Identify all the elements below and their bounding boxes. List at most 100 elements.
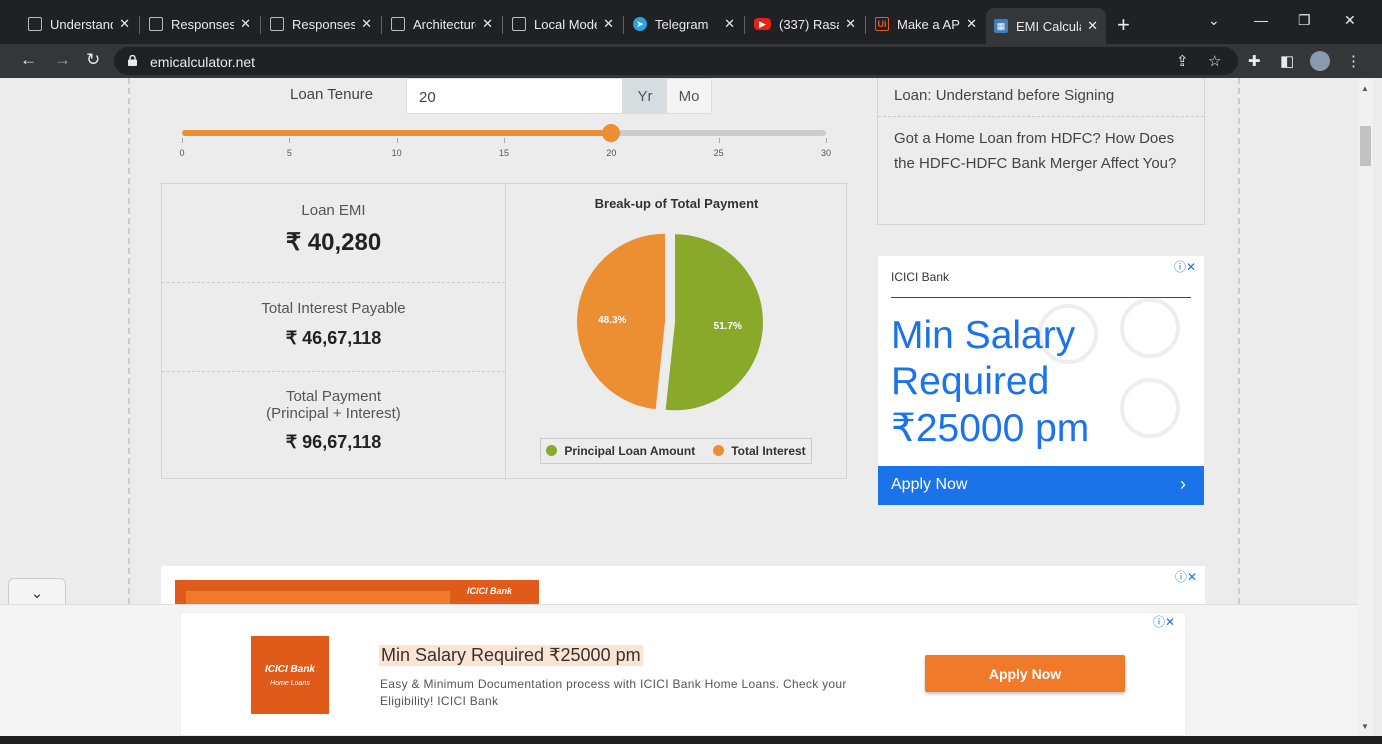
side-ad[interactable]: ICICI Bank Min Salary Required ₹25000 pm… bbox=[878, 256, 1204, 505]
new-tab-icon[interactable]: + bbox=[1117, 12, 1130, 38]
collapse-ad-button[interactable]: ⌄ bbox=[8, 578, 66, 606]
related-articles: Loan: Understand before Signing Got a Ho… bbox=[877, 78, 1205, 225]
total-value: ₹ 96,67,118 bbox=[285, 432, 382, 452]
close-icon[interactable]: ✕ bbox=[1087, 18, 1098, 34]
tab-responses-2[interactable]: Responses ✕ bbox=[262, 8, 380, 40]
icici-logo-icon: ICICI Bank Home Loans bbox=[251, 636, 329, 714]
tab-label: Responses bbox=[292, 16, 356, 32]
slider-tick-label: 0 bbox=[179, 148, 185, 158]
ad-headline-1: Min Salary bbox=[891, 314, 1076, 357]
ad-watermark bbox=[1120, 378, 1180, 438]
restore-icon[interactable]: ❐ bbox=[1298, 12, 1311, 29]
pie-data-label: 51.7% bbox=[714, 321, 742, 332]
tab-make-api[interactable]: Ui Make a API ✕ bbox=[867, 8, 985, 40]
sticky-bottom-ad: ICICI Bank Home Loans Min Salary Require… bbox=[0, 604, 1358, 744]
close-icon[interactable]: ✕ bbox=[361, 16, 372, 32]
legend-item-principal[interactable]: Principal Loan Amount bbox=[546, 444, 695, 458]
ad-info-icon[interactable]: ⓘ✕ bbox=[1153, 613, 1175, 630]
tab-label: (337) Rasa bbox=[779, 16, 840, 32]
bottom-ad-title[interactable]: Min Salary Required ₹25000 pm bbox=[379, 645, 643, 666]
unit-month-button[interactable]: Mo bbox=[666, 78, 712, 114]
tab-search-icon[interactable]: ⌄ bbox=[1208, 12, 1220, 29]
legend-item-interest[interactable]: Total Interest bbox=[713, 444, 806, 458]
lock-icon bbox=[128, 55, 137, 66]
tab-label: Telegram bbox=[655, 16, 709, 32]
close-icon[interactable]: ✕ bbox=[240, 16, 251, 32]
browser-toolbar: ← → ↻ emicalculator.net ⇪ ☆ ✚ ◧ ⋮ bbox=[0, 44, 1382, 78]
close-icon[interactable]: ✕ bbox=[724, 16, 735, 32]
menu-icon[interactable]: ⋮ bbox=[1346, 52, 1361, 70]
page-icon bbox=[149, 17, 163, 31]
emi-label: Loan EMI bbox=[301, 202, 366, 219]
tab-label: EMI Calculator bbox=[1016, 18, 1081, 34]
total-sublabel: (Principal + Interest) bbox=[266, 405, 401, 422]
browser-tab-bar: Understanding ✕ Responses ✕ Responses ✕ … bbox=[0, 0, 1382, 44]
scroll-down-icon[interactable]: ▼ bbox=[1361, 722, 1369, 731]
scroll-thumb[interactable] bbox=[1360, 126, 1371, 166]
ad-info-icon[interactable]: ⓘ✕ bbox=[1175, 568, 1197, 585]
article-link-2[interactable]: Got a Home Loan from HDFC? How Does the … bbox=[894, 126, 1194, 176]
close-icon[interactable]: ✕ bbox=[966, 16, 977, 32]
emi-block: Loan EMI ₹ 40,280 bbox=[162, 202, 505, 257]
slider-tick-label: 30 bbox=[820, 148, 832, 158]
page-icon bbox=[28, 17, 42, 31]
tab-label: Architecture bbox=[413, 16, 477, 32]
chevron-down-icon: ⌄ bbox=[30, 584, 44, 602]
tab-responses-1[interactable]: Responses ✕ bbox=[141, 8, 259, 40]
tab-youtube[interactable]: ▶ (337) Rasa ✕ bbox=[746, 8, 864, 40]
ad-info-icon[interactable]: ⓘ✕ bbox=[1174, 258, 1196, 275]
close-icon[interactable]: ✕ bbox=[482, 16, 493, 32]
slider-tick-mark bbox=[182, 138, 183, 143]
tab-local-models[interactable]: Local Models ✕ bbox=[504, 8, 622, 40]
close-icon[interactable]: ✕ bbox=[845, 16, 856, 32]
tenure-slider[interactable] bbox=[182, 124, 826, 142]
tab-understanding[interactable]: Understanding ✕ bbox=[20, 8, 138, 40]
interest-block: Total Interest Payable ₹ 46,67,118 bbox=[162, 300, 505, 349]
bottom-ad-description: Easy & Minimum Documentation process wit… bbox=[380, 677, 847, 708]
tab-telegram[interactable]: ➤ Telegram ✕ bbox=[625, 8, 743, 40]
apply-label: Apply Now bbox=[891, 476, 968, 493]
slider-tick-label: 5 bbox=[286, 148, 292, 158]
interest-value: ₹ 46,67,118 bbox=[285, 328, 382, 348]
emi-value: ₹ 40,280 bbox=[285, 229, 382, 256]
ad-headline-3: ₹25000 pm bbox=[891, 407, 1090, 450]
side-ad-apply-button[interactable]: Apply Now › bbox=[878, 466, 1204, 505]
slider-tick-mark bbox=[504, 138, 505, 143]
page-icon bbox=[391, 17, 405, 31]
ad-headline-2: Required bbox=[891, 360, 1050, 403]
forward-icon[interactable]: → bbox=[54, 50, 71, 70]
loan-tenure-input[interactable]: 20 bbox=[406, 78, 624, 114]
address-bar[interactable]: emicalculator.net ⇪ ☆ bbox=[114, 47, 1238, 75]
slider-tick-mark bbox=[611, 138, 613, 143]
page-scrollbar[interactable]: ▲ ▼ bbox=[1358, 78, 1373, 744]
tab-architecture[interactable]: Architecture ✕ bbox=[383, 8, 501, 40]
scroll-up-icon[interactable]: ▲ bbox=[1361, 84, 1369, 93]
extensions-icon[interactable]: ✚ bbox=[1248, 52, 1261, 70]
tab-emi-calculator[interactable]: ▦ EMI Calculator ✕ bbox=[986, 8, 1106, 44]
page-icon bbox=[270, 17, 284, 31]
bottom-ad-card[interactable]: ICICI Bank Home Loans Min Salary Require… bbox=[180, 612, 1186, 736]
close-window-icon[interactable]: ✕ bbox=[1344, 12, 1356, 29]
bookmark-star-icon[interactable]: ☆ bbox=[1208, 52, 1221, 70]
close-icon[interactable]: ✕ bbox=[119, 16, 130, 32]
back-icon[interactable]: ← bbox=[20, 50, 37, 70]
bottom-ad-apply-button[interactable]: Apply Now bbox=[925, 655, 1125, 692]
minimize-icon[interactable]: — bbox=[1254, 12, 1268, 28]
tab-label: Understanding bbox=[50, 16, 113, 32]
ui-icon: Ui bbox=[875, 17, 889, 31]
article-link-1[interactable]: Loan: Understand before Signing bbox=[894, 83, 1114, 108]
tab-label: Make a API bbox=[897, 16, 961, 32]
chevron-right-icon: › bbox=[1180, 474, 1186, 494]
emi-icon: ▦ bbox=[994, 19, 1008, 33]
total-block: Total Payment (Principal + Interest) ₹ 9… bbox=[162, 388, 505, 453]
close-icon[interactable]: ✕ bbox=[603, 16, 614, 32]
slider-tick-label: 10 bbox=[391, 148, 402, 158]
unit-year-button[interactable]: Yr bbox=[622, 78, 668, 114]
avatar[interactable] bbox=[1310, 51, 1330, 71]
side-panel-icon[interactable]: ◧ bbox=[1280, 52, 1294, 70]
slider-tick-label: 20 bbox=[606, 148, 617, 158]
page-icon bbox=[512, 17, 526, 31]
share-icon[interactable]: ⇪ bbox=[1176, 52, 1189, 70]
reload-icon[interactable]: ↻ bbox=[86, 50, 100, 70]
slider-fill bbox=[182, 130, 612, 136]
